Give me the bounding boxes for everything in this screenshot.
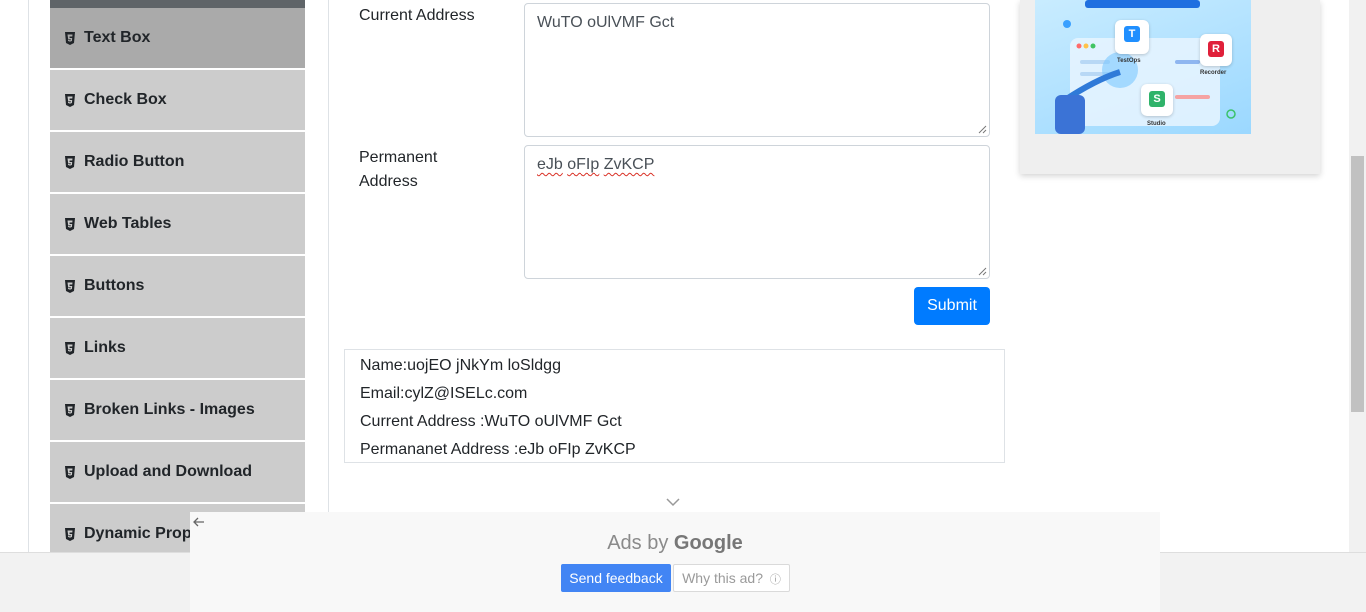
testops-logo-icon: T xyxy=(1124,26,1140,42)
testops-tile: T xyxy=(1115,20,1149,54)
content-divider xyxy=(328,0,329,552)
ads-by-google: Ads by Google xyxy=(190,532,1160,555)
ads-by-text: Ads by xyxy=(607,532,669,554)
ad-banner[interactable]: T TestOps R Recorder S Studio xyxy=(1020,0,1320,174)
why-this-ad-button[interactable]: Why this ad? ⓘ xyxy=(673,564,790,592)
permanent-address-word: ZvKCP xyxy=(603,156,655,173)
sidebar-item-text-box[interactable]: Text Box xyxy=(50,8,305,70)
google-wordmark: Google xyxy=(673,532,743,554)
studio-tile: S xyxy=(1141,84,1173,116)
resize-grip-icon[interactable] xyxy=(978,125,987,134)
html5-icon xyxy=(65,93,75,107)
recorder-logo-icon: R xyxy=(1208,41,1224,57)
permanent-address-label-line1: Permanent xyxy=(359,149,438,166)
chevron-down-icon[interactable] xyxy=(666,498,680,507)
output-box: Name:uojEO jNkYm loSldgg Email:cylZ@ISEL… xyxy=(344,349,1005,463)
current-address-textarea[interactable]: WuTO oUlVMF Gct xyxy=(524,3,990,137)
recorder-tile: R xyxy=(1200,34,1232,66)
output-current-address: Current Address :WuTO oUlVMF Gct xyxy=(360,413,622,430)
submit-button[interactable]: Submit xyxy=(914,287,990,325)
sidebar-item-label: Upload and Download xyxy=(84,463,252,480)
current-address-label: Current Address xyxy=(359,7,475,24)
why-this-ad-label: Why this ad? xyxy=(682,569,764,586)
sidebar-item-links[interactable]: Links xyxy=(50,318,305,380)
scrollbar-thumb[interactable] xyxy=(1351,156,1364,412)
sidebar-item-label: Text Box xyxy=(84,29,151,46)
testops-label: TestOps xyxy=(1117,58,1141,64)
output-permanent-address: Permananet Address :eJb oFIp ZvKCP xyxy=(360,441,636,458)
permanent-address-word: eJb xyxy=(537,156,563,173)
left-border-line xyxy=(28,0,29,552)
sidebar-item-buttons[interactable]: Buttons xyxy=(50,256,305,318)
html5-icon xyxy=(65,527,75,541)
sidebar-item-broken-links[interactable]: Broken Links - Images xyxy=(50,380,305,442)
html5-icon xyxy=(65,279,75,293)
sidebar-item-label: Web Tables xyxy=(84,215,172,232)
permanent-address-label: Permanent Address xyxy=(359,146,437,194)
html5-icon xyxy=(65,31,75,45)
sidebar-item-label: Check Box xyxy=(84,91,167,108)
permanent-address-textarea[interactable]: eJb oFIp ZvKCP xyxy=(524,145,990,279)
sidebar-item-label: Links xyxy=(84,339,126,356)
html5-icon xyxy=(65,155,75,169)
ad-image: T TestOps R Recorder S Studio xyxy=(1035,0,1251,134)
resize-grip-icon[interactable] xyxy=(978,267,987,276)
output-name: Name:uojEO jNkYm loSldgg xyxy=(360,357,561,374)
sidebar-item-check-box[interactable]: Check Box xyxy=(50,70,305,132)
sidebar-group-header xyxy=(50,0,305,8)
recorder-label: Recorder xyxy=(1200,70,1227,76)
html5-icon xyxy=(65,465,75,479)
html5-icon xyxy=(65,217,75,231)
studio-logo-icon: S xyxy=(1149,91,1165,107)
sidebar-item-label: Buttons xyxy=(84,277,145,294)
sidebar-item-radio-button[interactable]: Radio Button xyxy=(50,132,305,194)
sidebar-item-web-tables[interactable]: Web Tables xyxy=(50,194,305,256)
sidebar: Text Box Check Box Radio Button Web Tabl… xyxy=(50,0,305,566)
current-address-value: WuTO oUlVMF Gct xyxy=(537,14,675,31)
html5-icon xyxy=(65,341,75,355)
info-icon: ⓘ xyxy=(769,573,781,586)
studio-label: Studio xyxy=(1147,121,1166,127)
send-feedback-button[interactable]: Send feedback xyxy=(561,564,671,592)
permanent-address-label-line2: Address xyxy=(359,173,418,190)
back-arrow-icon[interactable] xyxy=(193,517,205,527)
sidebar-item-label: Broken Links - Images xyxy=(84,401,255,418)
sidebar-item-upload-download[interactable]: Upload and Download xyxy=(50,442,305,504)
output-email: Email:cylZ@ISELc.com xyxy=(360,385,528,402)
permanent-address-word: oFIp xyxy=(567,156,600,173)
html5-icon xyxy=(65,403,75,417)
google-ad-panel: Ads by Google Send feedback Why this ad?… xyxy=(190,512,1160,612)
page: Text Box Check Box Radio Button Web Tabl… xyxy=(0,0,1366,612)
sidebar-item-label: Radio Button xyxy=(84,153,185,170)
